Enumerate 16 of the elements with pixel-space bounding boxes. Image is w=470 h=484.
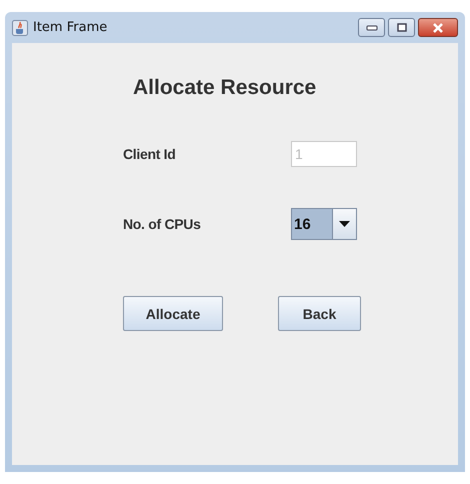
cup-icon [12,20,28,36]
form-heading: Allocate Resource [133,76,318,100]
minimize-button[interactable] [358,18,385,37]
maximize-button[interactable] [388,18,415,37]
action-button[interactable]: Allocate [123,296,223,331]
dropdown[interactable]: 16 [291,208,357,240]
close-button[interactable] [418,18,458,37]
maximize-icon [396,23,406,32]
minimize-icon [366,24,378,30]
action-button[interactable]: Back [278,296,361,331]
field-label: No. of CPUs [123,216,202,232]
close-icon [432,22,444,32]
caret-icon [339,221,350,227]
dropdown-value: 16 [292,209,332,239]
field-label: Client Id [123,146,177,162]
window-title: Item Frame [33,20,108,35]
